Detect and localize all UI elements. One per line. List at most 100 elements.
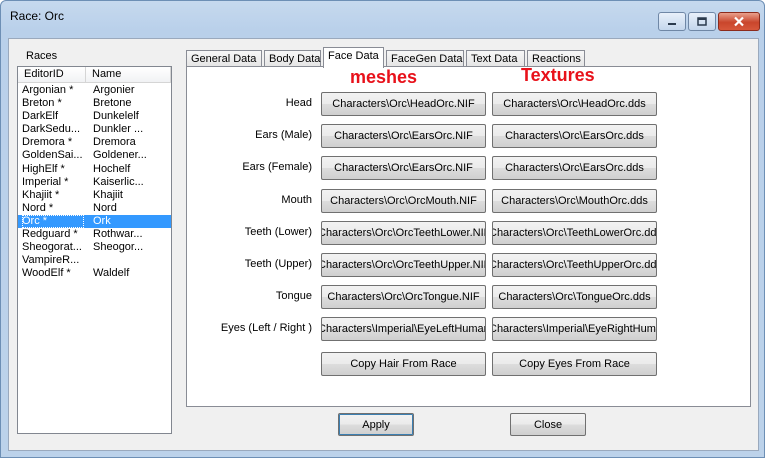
race-list-item[interactable]: Orc * Ork <box>18 214 171 229</box>
row-label-teeth-upper: Teeth (Upper) <box>244 258 312 270</box>
row-label-head: Head <box>285 97 312 109</box>
race-name: Dunkelelf <box>93 110 139 123</box>
teeth-lower-texture-path: Characters\Orc\TeethLowerOrc.dds <box>492 227 657 239</box>
race-name: Ork <box>93 214 111 227</box>
race-list-item[interactable]: Khajiit * Khajiit <box>18 189 171 202</box>
ears-male-texture-path: Characters\Orc\EarsOrc.dds <box>505 130 644 142</box>
ears-male-texture-button[interactable]: Characters\Orc\EarsOrc.dds <box>492 124 657 148</box>
maximize-button[interactable] <box>688 12 716 31</box>
copy-hair-label: Copy Hair From Race <box>350 358 457 370</box>
row-label-teeth-lower: Teeth (Lower) <box>244 226 312 238</box>
mouth-mesh-button[interactable]: Characters\Orc\OrcMouth.NIF <box>321 189 486 213</box>
race-editorid: DarkSedu... <box>22 123 81 136</box>
ears-female-texture-button[interactable]: Characters\Orc\EarsOrc.dds <box>492 156 657 180</box>
race-editorid: DarkElf <box>22 110 59 123</box>
ears-female-mesh-button[interactable]: Characters\Orc\EarsOrc.NIF <box>321 156 486 180</box>
race-name: Dremora <box>93 136 136 149</box>
copy-eyes-button[interactable]: Copy Eyes From Race <box>492 352 657 376</box>
teeth-upper-mesh-path: Characters\Orc\OrcTeethUpper.NIF <box>321 259 486 271</box>
race-editorid: HighElf * <box>22 162 65 175</box>
races-label: Races <box>26 50 58 62</box>
races-list[interactable]: EditorID Name Argonian * Argonier Breton *… <box>17 66 172 434</box>
head-texture-path: Characters\Orc\HeadOrc.dds <box>503 98 646 110</box>
teeth-lower-texture-button[interactable]: Characters\Orc\TeethLowerOrc.dds <box>492 221 657 245</box>
mouth-mesh-path: Characters\Orc\OrcMouth.NIF <box>330 195 477 207</box>
race-list-item[interactable]: DarkSedu... Dunkler ... <box>18 123 171 136</box>
teeth-upper-mesh-button[interactable]: Characters\Orc\OrcTeethUpper.NIF <box>321 253 486 277</box>
race-name: Kaiserlic... <box>93 175 144 188</box>
face-data-panel: meshes Textures Head Characters\Orc\HeadO… <box>186 65 751 407</box>
copy-hair-button[interactable]: Copy Hair From Race <box>321 352 486 376</box>
race-name: Goldener... <box>93 149 147 162</box>
copy-eyes-label: Copy Eyes From Race <box>519 358 630 370</box>
races-list-rows: Argonian * Argonier Breton * Bretone DarkElf… <box>18 84 171 280</box>
race-editorid: Argonian * <box>22 84 74 96</box>
column-header-editorid[interactable]: EditorID <box>18 67 86 83</box>
race-editor-window: Race: Orc Races EditorID Name Argonian *… <box>0 0 765 458</box>
window-title: Race: Orc <box>10 9 65 23</box>
eyes-left-right-mesh-button[interactable]: Characters\Imperial\EyeLeftHuman.NIF <box>321 317 486 341</box>
tongue-mesh-button[interactable]: Characters\Orc\OrcTongue.NIF <box>321 285 486 309</box>
head-mesh-button[interactable]: Characters\Orc\HeadOrc.NIF <box>321 92 486 116</box>
column-header-name[interactable]: Name <box>86 67 171 83</box>
race-name: Dunkler ... <box>93 123 144 136</box>
race-editorid: Sheogorat... <box>22 241 82 254</box>
race-editorid: Dremora * <box>22 136 73 149</box>
tongue-mesh-path: Characters\Orc\OrcTongue.NIF <box>327 291 480 303</box>
apply-button[interactable]: Apply <box>338 413 414 436</box>
race-list-item[interactable]: HighElf * Hochelf <box>18 163 171 176</box>
race-name: Hochelf <box>93 162 131 175</box>
apply-label: Apply <box>362 419 390 431</box>
race-list-item[interactable]: Sheogorat... Sheogor... <box>18 241 171 254</box>
race-list-item[interactable]: WoodElf * Waldelf <box>18 267 171 280</box>
race-list-item[interactable]: DarkElf Dunkelelf <box>18 110 171 123</box>
ears-female-mesh-path: Characters\Orc\EarsOrc.NIF <box>334 162 473 174</box>
ears-male-mesh-path: Characters\Orc\EarsOrc.NIF <box>334 130 473 142</box>
eyes-left-right-texture-button[interactable]: Characters\Imperial\EyeRightHuman.dds <box>492 317 657 341</box>
race-editorid: Redguard * <box>22 228 78 241</box>
dialog-body: Races EditorID Name Argonian * Argonier Br… <box>8 38 759 451</box>
race-editorid: Imperial * <box>22 175 69 188</box>
race-list-item[interactable]: Dremora * Dremora <box>18 136 171 149</box>
race-editorid: Khajiit * <box>22 188 60 201</box>
title-bar[interactable]: Race: Orc <box>1 1 764 31</box>
teeth-lower-mesh-path: Characters\Orc\OrcTeethLower.NIF <box>321 227 486 239</box>
maximize-icon <box>697 17 707 26</box>
close-icon <box>734 16 744 27</box>
teeth-upper-texture-path: Characters\Orc\TeethUpperOrc.dds <box>492 259 657 271</box>
ears-male-mesh-button[interactable]: Characters\Orc\EarsOrc.NIF <box>321 124 486 148</box>
race-list-item[interactable]: Argonian * Argonier <box>18 84 171 97</box>
race-name: Waldelf <box>93 267 130 280</box>
mouth-texture-button[interactable]: Characters\Orc\MouthOrc.dds <box>492 189 657 213</box>
race-list-item[interactable]: VampireR... <box>18 254 171 267</box>
tongue-texture-path: Characters\Orc\TongueOrc.dds <box>498 291 651 303</box>
race-editorid: WoodElf * <box>22 267 71 280</box>
minimize-button[interactable] <box>658 12 686 31</box>
race-list-item[interactable]: Nord * Nord <box>18 202 171 215</box>
race-list-item[interactable]: Breton * Bretone <box>18 97 171 110</box>
row-label-mouth: Mouth <box>281 194 312 206</box>
race-editorid: Breton * <box>22 97 62 110</box>
race-name: Nord <box>93 201 117 214</box>
row-label-tongue: Tongue <box>275 290 312 302</box>
teeth-lower-mesh-button[interactable]: Characters\Orc\OrcTeethLower.NIF <box>321 221 486 245</box>
tongue-texture-button[interactable]: Characters\Orc\TongueOrc.dds <box>492 285 657 309</box>
close-button[interactable]: Close <box>510 413 586 436</box>
head-texture-button[interactable]: Characters\Orc\HeadOrc.dds <box>492 92 657 116</box>
close-window-button[interactable] <box>718 12 760 31</box>
eyes-left-right-texture-path: Characters\Imperial\EyeRightHuman.dds <box>492 323 656 335</box>
race-list-item[interactable]: Redguard * Rothwar... <box>18 228 171 241</box>
mouth-texture-path: Characters\Orc\MouthOrc.dds <box>501 195 648 207</box>
race-name: Argonier <box>93 84 135 96</box>
tab-face-data[interactable]: Face Data <box>323 47 384 68</box>
race-name: Sheogor... <box>93 241 144 254</box>
races-list-header: EditorID Name <box>18 67 171 83</box>
race-list-item[interactable]: Imperial * Kaiserlic... <box>18 176 171 189</box>
race-name: Rothwar... <box>93 228 143 241</box>
textures-annotation: Textures <box>521 65 595 85</box>
race-list-item[interactable]: GoldenSai... Goldener... <box>18 149 171 162</box>
meshes-annotation: meshes <box>350 67 418 87</box>
race-name: Khajiit <box>93 188 123 201</box>
teeth-upper-texture-button[interactable]: Characters\Orc\TeethUpperOrc.dds <box>492 253 657 277</box>
race-editorid: VampireR... <box>22 254 80 267</box>
